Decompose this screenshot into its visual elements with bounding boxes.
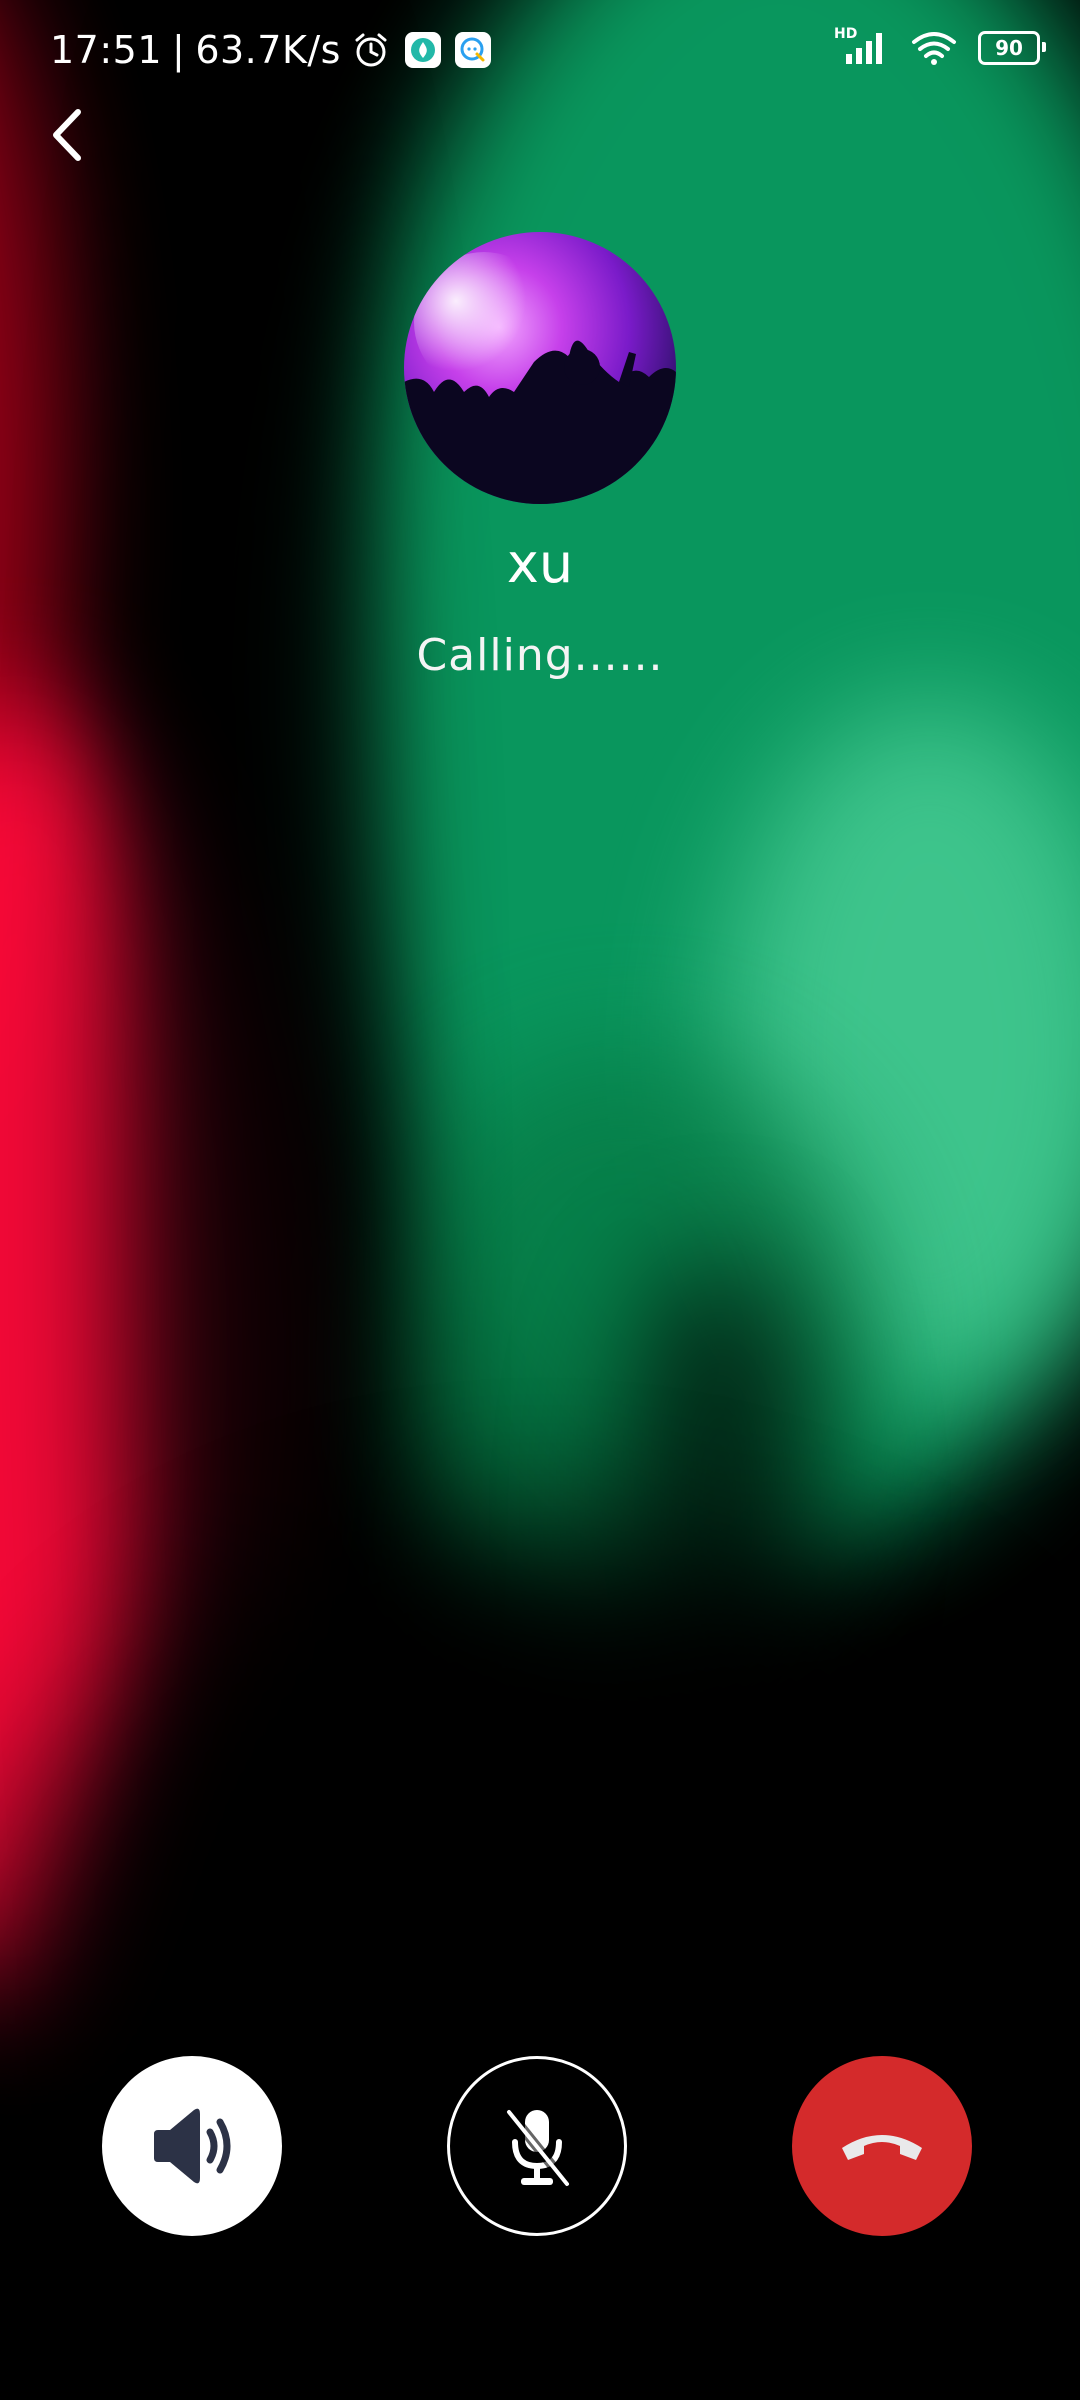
contact-name: xu [506,532,574,595]
status-bar: 17:51 | 63.7K/s HD 90 [0,0,1080,100]
alarm-icon [351,30,391,70]
hangup-button[interactable] [792,2056,972,2236]
mute-button[interactable] [447,2056,627,2236]
status-separator: | [172,28,186,72]
phone-hangup-icon [842,2135,922,2160]
signal-icon: HD [834,26,890,66]
speaker-button[interactable] [102,2056,282,2236]
app-badge-icon [404,32,441,68]
wifi-icon [910,30,958,66]
speaker-icon [154,2108,231,2184]
back-button[interactable] [40,100,100,170]
contact-avatar [404,232,676,504]
microphone-off-icon [504,2107,572,2189]
status-time: 17:51 [50,28,163,72]
signal-hd-label: HD [834,26,858,42]
call-status: Calling...... [416,630,664,681]
chevron-left-icon [53,109,81,161]
chat-app-icon [454,32,491,68]
battery-level: 90 [995,36,1023,60]
status-net-speed: 63.7K/s [195,28,341,72]
battery-icon: 90 [978,31,1046,65]
